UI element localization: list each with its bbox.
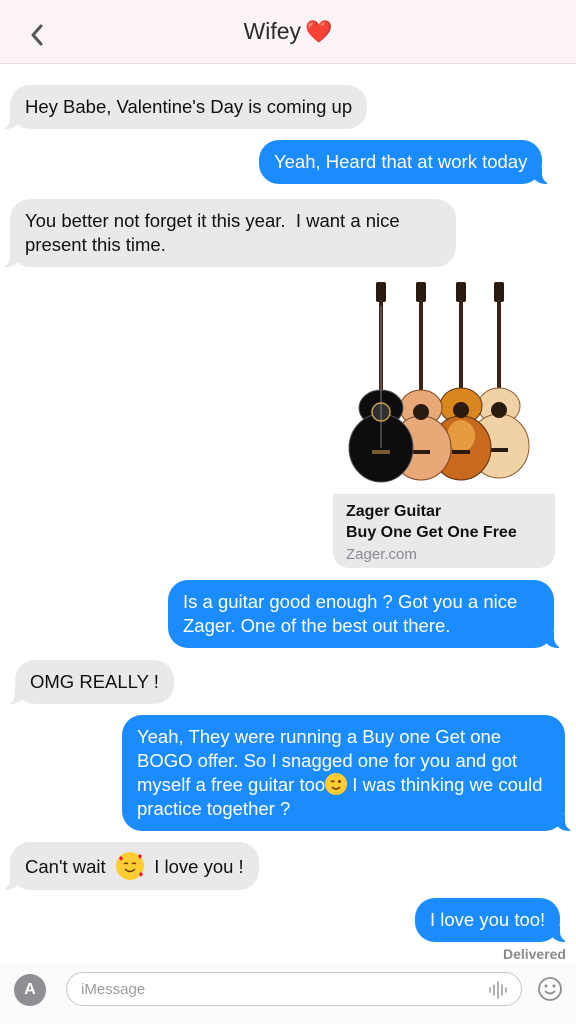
message-text: I love you too! (430, 909, 546, 930)
app-store-icon: A (24, 981, 36, 998)
message-text: Yeah, Heard that at work today (274, 151, 528, 172)
link-preview-card[interactable]: Zager Guitar Buy One Get One Free Zager.… (333, 276, 555, 568)
guitar-1 (348, 282, 414, 483)
conversation-header: Wifey ❤️ (0, 0, 576, 64)
smiling-face-with-hearts-icon (115, 852, 144, 880)
message-text: Is a guitar good enough ? Got you a nice… (183, 591, 518, 636)
app-store-button[interactable]: A (14, 974, 46, 1006)
message-text-part: Can't wait (25, 856, 116, 877)
message-text: Hey Babe, Valentine's Day is coming up (25, 96, 353, 117)
contact-name-title[interactable]: Wifey ❤️ (0, 18, 576, 45)
message-outgoing[interactable]: Is a guitar good enough ? Got you a nice… (168, 580, 564, 648)
message-outgoing[interactable]: Yeah, They were running a Buy one Get on… (122, 715, 575, 831)
message-composer: A (0, 962, 576, 1024)
link-title-line1: Zager Guitar (346, 503, 442, 520)
message-text-part: I love you ! (143, 856, 244, 877)
message-incoming[interactable]: Hey Babe, Valentine's Day is coming up (0, 85, 368, 129)
delivered-status: Delivered (502, 946, 566, 962)
message-text: OMG REALLY ! (30, 671, 159, 692)
message-incoming[interactable]: Can't wait I love you ! (0, 842, 259, 890)
message-text: You better not forget it this year. I wa… (25, 210, 405, 255)
winking-face-icon (325, 773, 348, 795)
link-preview-text: Zager Guitar Buy One Get One Free Zager.… (346, 501, 547, 563)
link-domain: Zager.com (346, 546, 417, 563)
emoji-icon[interactable] (537, 976, 563, 1002)
link-title-line2: Buy One Get One Free (346, 524, 517, 541)
message-text: Can't wait I love you ! (25, 852, 244, 880)
message-incoming[interactable]: You better not forget it this year. I wa… (0, 199, 456, 267)
audio-waveform-icon[interactable] (488, 981, 510, 999)
message-outgoing[interactable]: Yeah, Heard that at work today (259, 140, 553, 184)
message-text: Yeah, They were running a Buy one Get on… (137, 726, 543, 819)
message-incoming[interactable]: OMG REALLY ! (5, 660, 174, 704)
imessage-input[interactable] (66, 972, 522, 1006)
message-outgoing[interactable]: I love you too! (415, 898, 571, 942)
heart-icon: ❤️ (305, 19, 333, 44)
acoustic-guitars-image (333, 276, 555, 494)
contact-name: Wifey (243, 18, 302, 44)
